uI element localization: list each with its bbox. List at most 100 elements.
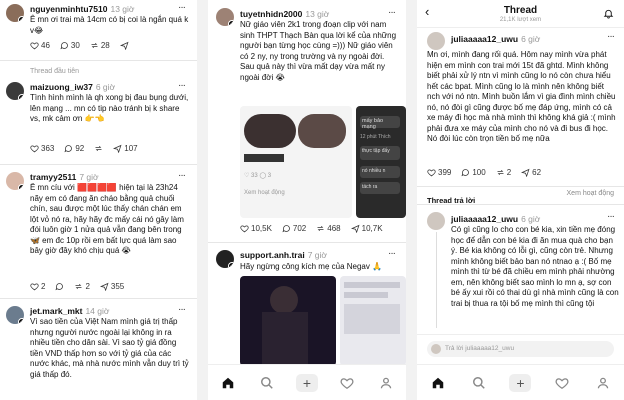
follow-plus-icon[interactable]: +: [18, 94, 24, 100]
post-time: 6 giờ: [521, 34, 541, 44]
post-image[interactable]: [340, 276, 406, 366]
post-text: Tình hình mình là qh xong bị đau bụng dư…: [30, 93, 189, 123]
avatar[interactable]: +: [6, 4, 24, 22]
profile-nav-button[interactable]: [375, 372, 397, 394]
more-options-icon[interactable]: ···: [178, 80, 186, 91]
like-button[interactable]: 399: [427, 168, 451, 177]
post-image[interactable]: ♡ 33 ◯ 3 Xem hoạt động: [240, 106, 352, 218]
share-button[interactable]: 355: [99, 282, 124, 291]
reply-input[interactable]: Trả lời juliaaaaa12_uwu: [427, 341, 614, 357]
comment-button[interactable]: 30: [60, 41, 80, 50]
feed-post[interactable]: + maizuong_iw37 6 giờ ··· Tình hình mình …: [0, 78, 197, 164]
like-button[interactable]: 2: [30, 282, 45, 291]
repost-button[interactable]: 2: [496, 168, 511, 177]
heart-icon: [340, 377, 354, 389]
send-icon: [350, 224, 360, 233]
avatar[interactable]: +: [6, 82, 24, 100]
feed-post[interactable]: + nguyenminhtu7510 13 giờ ··· Ê mn ơi tra…: [0, 0, 197, 58]
post-username[interactable]: juliaaaaa12_uwu 6 giờ: [451, 214, 540, 224]
repost-button[interactable]: 2: [74, 282, 90, 291]
post-username[interactable]: tuyetnhidn2000 13 giờ: [240, 9, 329, 19]
feed-post[interactable]: + jet.mark_mkt 14 giờ ··· Vì sao tiền của…: [0, 302, 197, 400]
search-nav-button[interactable]: [468, 372, 490, 394]
post-username[interactable]: juliaaaaa12_uwu 6 giờ: [451, 34, 540, 44]
home-nav-button[interactable]: [427, 372, 449, 394]
post-username[interactable]: nguyenminhtu7510 13 giờ: [30, 4, 134, 14]
see-activity-link[interactable]: Xem hoạt động: [244, 190, 285, 196]
redaction-bar: [244, 154, 284, 162]
avatar[interactable]: +: [216, 250, 234, 268]
replies-bar: Thread trả lời Xem hoạt động: [427, 190, 614, 205]
follow-plus-icon[interactable]: +: [18, 318, 24, 324]
more-options-icon[interactable]: ···: [607, 211, 615, 222]
post-time: 6 giờ: [95, 82, 116, 92]
see-activity-link[interactable]: Xem hoạt động: [567, 190, 614, 197]
like-button[interactable]: 363: [30, 144, 54, 153]
more-options-icon[interactable]: ···: [607, 31, 615, 42]
activity-nav-button[interactable]: [551, 372, 573, 394]
chat-bubble: mấy bảo mạng: [360, 116, 400, 130]
post-time: 13 giờ: [110, 4, 135, 14]
post-image[interactable]: [240, 276, 336, 366]
chat-bubble: thực tập đấy: [360, 146, 400, 160]
comment-icon: [55, 283, 64, 291]
photo-face: [270, 286, 298, 314]
post-username[interactable]: jet.mark_mkt 14 giờ: [30, 306, 109, 316]
avatar[interactable]: +: [6, 172, 24, 190]
avatar: [431, 344, 441, 354]
repost-icon: [497, 169, 504, 176]
avatar[interactable]: +: [216, 8, 234, 26]
avatar[interactable]: [427, 212, 445, 230]
more-options-icon[interactable]: ···: [388, 7, 396, 18]
repost-button[interactable]: 468: [316, 224, 341, 233]
send-icon: [119, 41, 129, 50]
more-options-icon[interactable]: ···: [178, 2, 186, 13]
comment-button[interactable]: 100: [461, 168, 486, 177]
thread-main-post[interactable]: juliaaaaa12_uwu 6 giờ ··· Mn ơi, mình đan…: [417, 28, 624, 186]
follow-plus-icon[interactable]: +: [18, 184, 24, 190]
activity-nav-button[interactable]: [336, 372, 358, 394]
comment-button[interactable]: 92: [64, 144, 84, 153]
heart-icon: [30, 42, 39, 50]
repost-button[interactable]: [94, 144, 103, 153]
feed-post[interactable]: + tramyy2511 7 giờ ··· Ê mn cíu với 🟥🟥🟥🟥 …: [0, 168, 197, 298]
post-image[interactable]: mấy bảo mạng 12 phút Thích thực tập đấy …: [356, 106, 406, 218]
like-button[interactable]: 10,5K: [240, 224, 272, 233]
heart-icon: [240, 225, 249, 233]
avatar[interactable]: +: [6, 306, 24, 324]
home-icon: [432, 377, 443, 388]
comment-button[interactable]: 702: [282, 224, 306, 233]
feed-post[interactable]: + support.anh.trai 7 giờ ··· Hãy ngừng cô…: [208, 246, 406, 366]
home-nav-button[interactable]: [217, 372, 239, 394]
more-options-icon[interactable]: ···: [178, 304, 186, 315]
avatar[interactable]: [427, 32, 445, 50]
repost-button[interactable]: 28: [90, 41, 110, 50]
post-username[interactable]: maizuong_iw37 6 giờ: [30, 82, 115, 92]
follow-plus-icon[interactable]: +: [18, 16, 24, 22]
share-button[interactable]: [119, 41, 129, 50]
follow-plus-icon[interactable]: +: [228, 262, 234, 268]
new-post-button[interactable]: +: [509, 372, 532, 394]
bottom-nav: +: [208, 364, 406, 400]
post-username[interactable]: tramyy2511 7 giờ: [30, 172, 99, 182]
bell-icon[interactable]: [603, 6, 614, 24]
follow-plus-icon[interactable]: +: [228, 20, 234, 26]
share-button[interactable]: 107: [113, 144, 138, 153]
profile-nav-button[interactable]: [592, 372, 614, 394]
home-icon: [222, 377, 234, 388]
more-options-icon[interactable]: ···: [178, 170, 186, 181]
feed-post[interactable]: + tuyetnhidn2000 13 giờ ··· Nữ giáo viên …: [208, 6, 406, 242]
heart-icon: [30, 145, 39, 153]
thread-reply[interactable]: juliaaaaa12_uwu 6 giờ ··· Có gì cũng lo c…: [417, 208, 624, 332]
new-post-button[interactable]: +: [295, 372, 318, 394]
threads-feed-panel-middle: + tuyetnhidn2000 13 giờ ··· Nữ giáo viên …: [208, 0, 406, 400]
post-username[interactable]: support.anh.trai 7 giờ: [240, 250, 327, 260]
comment-button[interactable]: [55, 282, 64, 291]
like-button[interactable]: 46: [30, 41, 50, 50]
more-options-icon[interactable]: ···: [388, 248, 396, 259]
share-button[interactable]: 62: [521, 168, 541, 177]
profile-icon: [597, 377, 609, 388]
search-nav-button[interactable]: [256, 372, 278, 394]
view-count: 21,1K lượt xem: [499, 17, 542, 23]
share-button[interactable]: 10,7K: [350, 224, 383, 233]
